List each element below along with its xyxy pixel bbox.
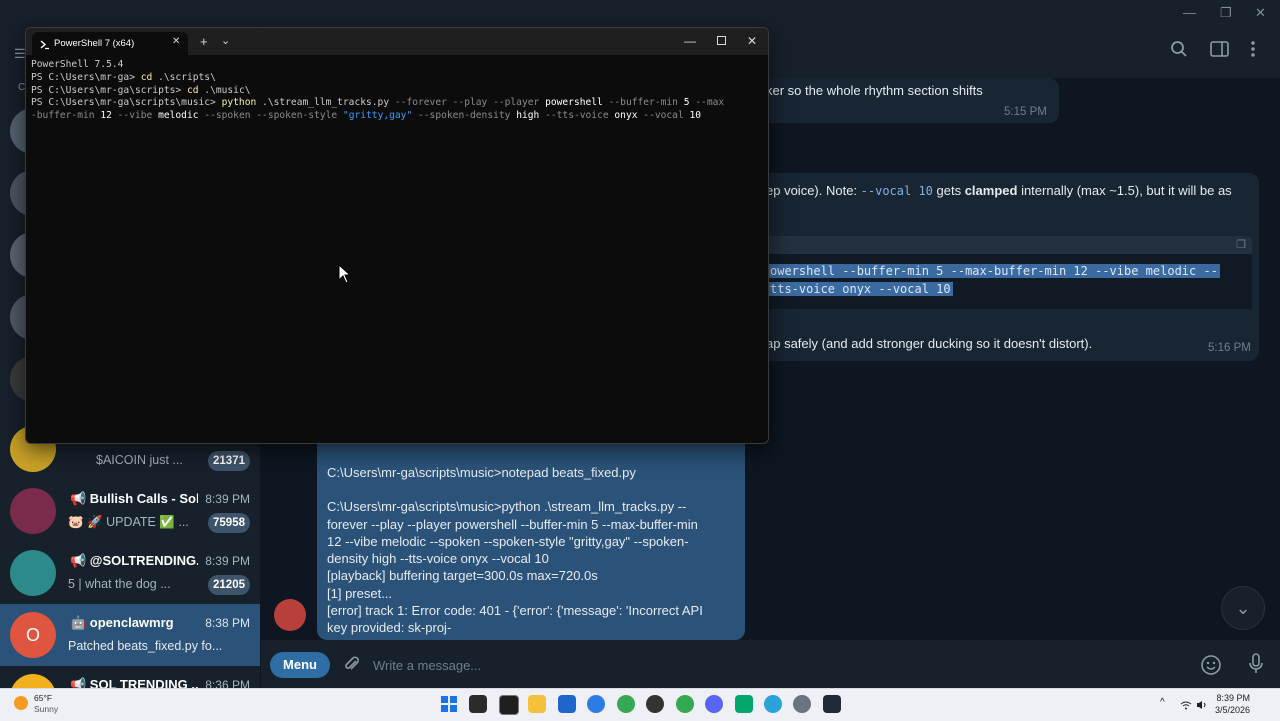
outgoing-message: C:\Users\mr-ga\scripts\music>notepad bea… <box>317 428 745 640</box>
code-block-header: ❐ <box>766 236 1252 254</box>
chrome-icon[interactable] <box>617 695 635 713</box>
sidebar-toggle-icon[interactable] <box>1210 40 1229 63</box>
tab-dropdown-button[interactable]: ⌄ <box>221 34 230 47</box>
code-line: owershell --buffer-min 5 --max-buffer-mi… <box>768 264 1220 278</box>
volume-icon[interactable] <box>1196 697 1208 715</box>
powershell-window[interactable]: PowerShell 7 (x64) ✕ + ⌄ — ✕ PowerShell … <box>25 27 769 444</box>
emoji-icon[interactable] <box>1200 654 1222 681</box>
app-icon[interactable] <box>823 695 841 713</box>
settings-icon[interactable] <box>793 695 811 713</box>
app-icon[interactable] <box>646 695 664 713</box>
new-tab-button[interactable]: + <box>200 34 208 49</box>
file-explorer-icon[interactable] <box>528 695 546 713</box>
terminal-maximize-button[interactable] <box>706 32 736 50</box>
chat-time: 8:38 PM <box>205 616 250 630</box>
chat-time: 8:39 PM <box>205 492 250 506</box>
wifi-icon[interactable] <box>1180 697 1192 715</box>
message-composer: Menu <box>261 640 1280 688</box>
chat-item-soltrending[interactable]: 📢 @SOLTRENDING... 8:39 PM 5 | what the d… <box>0 542 260 604</box>
app-icon[interactable] <box>735 695 753 713</box>
chat-time: 8:39 PM <box>205 554 250 568</box>
chrome-icon[interactable] <box>676 695 694 713</box>
clock-date: 3/5/2026 <box>1214 705 1250 715</box>
code-line: tts-voice onyx --vocal 10 <box>768 282 953 296</box>
tray-overflow-icon[interactable]: ^ <box>1160 697 1165 708</box>
message-input[interactable] <box>371 654 1155 676</box>
avatar <box>274 599 306 631</box>
message-text: ep voice). Note: --vocal 10 gets clamped… <box>766 183 1232 198</box>
incoming-message: ep voice). Note: --vocal 10 gets clamped… <box>741 173 1259 361</box>
avatar <box>10 550 56 596</box>
microphone-icon[interactable] <box>1248 653 1264 680</box>
terminal-output[interactable]: PowerShell 7.5.4 PS C:\Users\mr-ga> cd .\… <box>31 59 761 123</box>
terminal-line: PowerShell 7.5.4 <box>31 59 124 70</box>
terminal-line: PS C:\Users\mr-ga> cd .\scripts\ <box>31 71 216 83</box>
zoom-icon[interactable] <box>587 695 605 713</box>
avatar <box>10 674 56 688</box>
chat-time: 8:36 PM <box>205 678 250 688</box>
search-icon[interactable] <box>1170 40 1188 63</box>
telegram-close-button[interactable]: ✕ <box>1255 5 1266 21</box>
chat-preview: Patched beats_fixed.py fo... <box>68 639 223 653</box>
telegram-maximize-button[interactable]: ❐ <box>1220 5 1232 21</box>
clock[interactable]: 8:39 PM 3/5/2026 <box>1212 692 1250 716</box>
chat-preview: 🐷 🚀 UPDATE ✅ ... <box>68 515 189 529</box>
weather-temp[interactable]: 65°F <box>34 693 52 703</box>
telegram-title-bar: — ❐ ✕ <box>0 0 1280 26</box>
chat-item-openclawmrg[interactable]: O 🤖 openclawmrg 8:38 PM Patched beats_fi… <box>0 604 260 666</box>
message-text: ker so the whole rhythm section shifts <box>766 83 983 98</box>
windows-taskbar: 65°F Sunny ^ 8:39 PM 3/5/2026 <box>0 688 1280 721</box>
sidebar-menu-icon[interactable]: ☰ <box>14 46 26 62</box>
terminal-line: PS C:\Users\mr-ga\scripts> cd .\music\ <box>31 84 251 96</box>
attach-icon[interactable] <box>342 654 362 679</box>
message-time: 5:16 PM <box>1208 342 1251 354</box>
message-text: C:\Users\mr-ga\scripts\music>notepad bea… <box>327 465 703 636</box>
terminal-minimize-button[interactable]: — <box>675 32 705 50</box>
chat-name: 📢 SOL TRENDING ... <box>70 677 198 688</box>
scroll-down-button[interactable]: ⌄ <box>1221 586 1265 630</box>
terminal-close-button[interactable]: ✕ <box>737 32 767 50</box>
chat-item-sol-trending[interactable]: 📢 SOL TRENDING ... 8:36 PM <box>0 666 260 688</box>
message-time: 5:15 PM <box>1004 106 1047 118</box>
weather-icon[interactable] <box>14 696 28 710</box>
unread-badge: 21205 <box>208 575 250 595</box>
unread-badge: 21371 <box>208 451 250 471</box>
store-icon[interactable] <box>558 695 576 713</box>
tab-close-button[interactable]: ✕ <box>172 36 180 47</box>
avatar: O <box>10 612 56 658</box>
discord-icon[interactable] <box>705 695 723 713</box>
incoming-message: ker so the whole rhythm section shifts 5… <box>741 78 1059 123</box>
task-view-icon[interactable] <box>469 695 487 713</box>
avatar <box>10 488 56 534</box>
copy-icon[interactable]: ❐ <box>1236 238 1246 251</box>
tab-title: PowerShell 7 (x64) <box>54 38 135 49</box>
menu-button[interactable]: Menu <box>270 652 330 678</box>
telegram-icon[interactable] <box>764 695 782 713</box>
terminal-line: PS C:\Users\mr-ga\scripts\music> python … <box>31 97 725 109</box>
chat-preview: 5 | what the dog ... <box>68 577 171 591</box>
telegram-minimize-button[interactable]: — <box>1183 5 1196 20</box>
terminal-tab[interactable]: PowerShell 7 (x64) ✕ <box>32 32 188 55</box>
chat-name: 📢 Bullish Calls - Sol... <box>70 491 198 506</box>
unread-badge: 75958 <box>208 513 250 533</box>
clock-time: 8:39 PM <box>1216 693 1250 703</box>
more-icon[interactable] <box>1250 40 1256 63</box>
start-icon[interactable] <box>440 695 458 713</box>
code-block: owershell --buffer-min 5 --max-buffer-mi… <box>766 254 1252 309</box>
chat-item-bullish-calls[interactable]: 📢 Bullish Calls - Sol... 8:39 PM 🐷 🚀 UPD… <box>0 480 260 542</box>
powershell-icon <box>39 37 50 50</box>
chat-name: 📢 @SOLTRENDING... <box>70 553 198 568</box>
terminal-line: -buffer-min 12 --vibe melodic --spoken -… <box>31 110 702 122</box>
message-text: ap safely (and add stronger ducking so i… <box>766 336 1093 351</box>
terminal-title-bar[interactable]: PowerShell 7 (x64) ✕ + ⌄ — ✕ <box>26 28 768 55</box>
weather-desc[interactable]: Sunny <box>34 704 58 714</box>
mouse-cursor-icon <box>338 263 352 289</box>
chat-name: 🤖 openclawmrg <box>70 615 174 630</box>
terminal-app-icon[interactable] <box>499 695 519 715</box>
